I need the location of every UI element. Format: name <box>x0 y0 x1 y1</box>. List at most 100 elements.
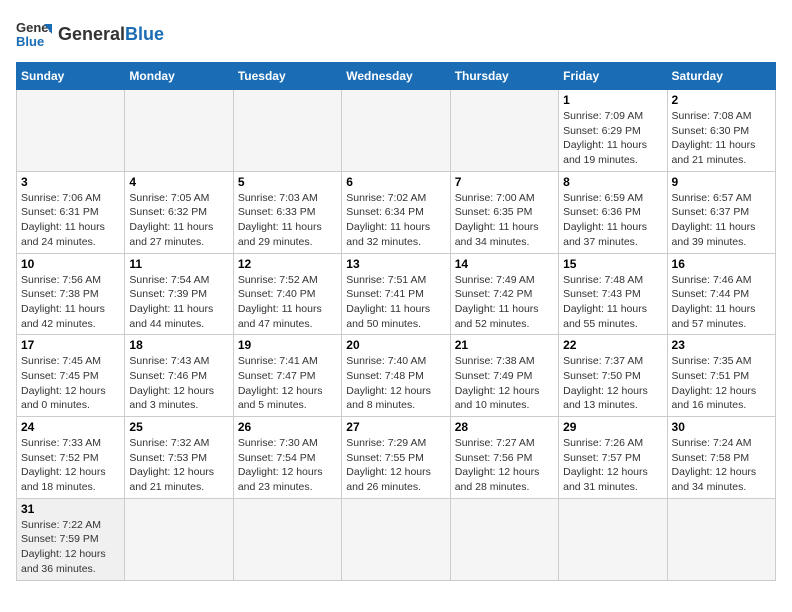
calendar-table: SundayMondayTuesdayWednesdayThursdayFrid… <box>16 62 776 581</box>
day-info: Sunrise: 7:33 AM Sunset: 7:52 PM Dayligh… <box>21 436 120 495</box>
page-header: General Blue GeneralBlue <box>16 16 776 52</box>
day-info: Sunrise: 6:57 AM Sunset: 6:37 PM Dayligh… <box>672 191 771 250</box>
day-info: Sunrise: 7:06 AM Sunset: 6:31 PM Dayligh… <box>21 191 120 250</box>
calendar-day-cell: 9 Sunrise: 6:57 AM Sunset: 6:37 PM Daylig… <box>667 171 775 253</box>
calendar-day-cell: 28 Sunrise: 7:27 AM Sunset: 7:56 PM Dayli… <box>450 417 558 499</box>
day-of-week-header: Wednesday <box>342 63 450 90</box>
logo: General Blue GeneralBlue <box>16 16 164 52</box>
day-info: Sunrise: 7:24 AM Sunset: 7:58 PM Dayligh… <box>672 436 771 495</box>
calendar-day-cell: 26Sunrise: 7:30 AM Sunset: 7:54 PM Dayli… <box>233 417 341 499</box>
day-number: 14 <box>455 257 554 271</box>
day-info: Sunrise: 7:03 AM Sunset: 6:33 PM Dayligh… <box>238 191 337 250</box>
calendar-day-cell: 13Sunrise: 7:51 AM Sunset: 7:41 PM Dayli… <box>342 253 450 335</box>
day-number: 26 <box>238 420 337 434</box>
calendar-day-cell: 5 Sunrise: 7:03 AM Sunset: 6:33 PM Daylig… <box>233 171 341 253</box>
calendar-week-row: 31 Sunrise: 7:22 AM Sunset: 7:59 PM Dayli… <box>17 498 776 580</box>
calendar-day-cell: 12Sunrise: 7:52 AM Sunset: 7:40 PM Dayli… <box>233 253 341 335</box>
logo-icon: General Blue <box>16 16 52 52</box>
day-number: 10 <box>21 257 120 271</box>
calendar-day-cell: 22 Sunrise: 7:37 AM Sunset: 7:50 PM Dayli… <box>559 335 667 417</box>
calendar-day-cell: 17Sunrise: 7:45 AM Sunset: 7:45 PM Dayli… <box>17 335 125 417</box>
calendar-day-cell: 16 Sunrise: 7:46 AM Sunset: 7:44 PM Dayli… <box>667 253 775 335</box>
day-number: 12 <box>238 257 337 271</box>
calendar-day-cell <box>125 498 233 580</box>
day-number: 4 <box>129 175 228 189</box>
calendar-day-cell <box>559 498 667 580</box>
calendar-week-row: 10 Sunrise: 7:56 AM Sunset: 7:38 PM Dayli… <box>17 253 776 335</box>
calendar-day-cell <box>233 90 341 172</box>
calendar-day-cell: 23Sunrise: 7:35 AM Sunset: 7:51 PM Dayli… <box>667 335 775 417</box>
day-number: 8 <box>563 175 662 189</box>
calendar-day-cell: 20Sunrise: 7:40 AM Sunset: 7:48 PM Dayli… <box>342 335 450 417</box>
day-info: Sunrise: 7:05 AM Sunset: 6:32 PM Dayligh… <box>129 191 228 250</box>
day-number: 9 <box>672 175 771 189</box>
calendar-day-cell <box>342 498 450 580</box>
calendar-day-cell <box>342 90 450 172</box>
day-number: 5 <box>238 175 337 189</box>
day-info: Sunrise: 7:09 AM Sunset: 6:29 PM Dayligh… <box>563 109 662 168</box>
svg-text:Blue: Blue <box>16 34 44 49</box>
calendar-day-cell: 29Sunrise: 7:26 AM Sunset: 7:57 PM Dayli… <box>559 417 667 499</box>
calendar-day-cell: 31 Sunrise: 7:22 AM Sunset: 7:59 PM Dayli… <box>17 498 125 580</box>
calendar-day-cell: 18Sunrise: 7:43 AM Sunset: 7:46 PM Dayli… <box>125 335 233 417</box>
calendar-day-cell <box>17 90 125 172</box>
calendar-week-row: 3 Sunrise: 7:06 AM Sunset: 6:31 PM Daylig… <box>17 171 776 253</box>
day-number: 6 <box>346 175 445 189</box>
calendar-day-cell: 6 Sunrise: 7:02 AM Sunset: 6:34 PM Daylig… <box>342 171 450 253</box>
day-number: 29 <box>563 420 662 434</box>
calendar-day-cell: 14 Sunrise: 7:49 AM Sunset: 7:42 PM Dayli… <box>450 253 558 335</box>
day-number: 24 <box>21 420 120 434</box>
calendar-day-cell: 3 Sunrise: 7:06 AM Sunset: 6:31 PM Daylig… <box>17 171 125 253</box>
day-number: 19 <box>238 338 337 352</box>
calendar-day-cell: 8Sunrise: 6:59 AM Sunset: 6:36 PM Daylig… <box>559 171 667 253</box>
day-number: 1 <box>563 93 662 107</box>
day-number: 22 <box>563 338 662 352</box>
day-info: Sunrise: 7:00 AM Sunset: 6:35 PM Dayligh… <box>455 191 554 250</box>
day-of-week-header: Tuesday <box>233 63 341 90</box>
day-info: Sunrise: 7:46 AM Sunset: 7:44 PM Dayligh… <box>672 273 771 332</box>
calendar-day-cell: 2Sunrise: 7:08 AM Sunset: 6:30 PM Daylig… <box>667 90 775 172</box>
calendar-day-cell: 7 Sunrise: 7:00 AM Sunset: 6:35 PM Daylig… <box>450 171 558 253</box>
day-number: 20 <box>346 338 445 352</box>
calendar-day-cell <box>667 498 775 580</box>
day-info: Sunrise: 7:51 AM Sunset: 7:41 PM Dayligh… <box>346 273 445 332</box>
day-number: 15 <box>563 257 662 271</box>
day-info: Sunrise: 7:49 AM Sunset: 7:42 PM Dayligh… <box>455 273 554 332</box>
calendar-day-cell: 15 Sunrise: 7:48 AM Sunset: 7:43 PM Dayli… <box>559 253 667 335</box>
calendar-day-cell: 30 Sunrise: 7:24 AM Sunset: 7:58 PM Dayli… <box>667 417 775 499</box>
day-number: 3 <box>21 175 120 189</box>
day-info: Sunrise: 7:35 AM Sunset: 7:51 PM Dayligh… <box>672 354 771 413</box>
day-number: 31 <box>21 502 120 516</box>
calendar-week-row: 1 Sunrise: 7:09 AM Sunset: 6:29 PM Daylig… <box>17 90 776 172</box>
day-info: Sunrise: 7:29 AM Sunset: 7:55 PM Dayligh… <box>346 436 445 495</box>
calendar-day-cell: 1 Sunrise: 7:09 AM Sunset: 6:29 PM Daylig… <box>559 90 667 172</box>
day-info: Sunrise: 7:48 AM Sunset: 7:43 PM Dayligh… <box>563 273 662 332</box>
calendar-day-cell: 4 Sunrise: 7:05 AM Sunset: 6:32 PM Daylig… <box>125 171 233 253</box>
day-of-week-header: Friday <box>559 63 667 90</box>
day-info: Sunrise: 7:22 AM Sunset: 7:59 PM Dayligh… <box>21 518 120 577</box>
calendar-day-cell <box>450 498 558 580</box>
logo-text: GeneralBlue <box>58 24 164 45</box>
day-of-week-header: Sunday <box>17 63 125 90</box>
day-number: 30 <box>672 420 771 434</box>
day-number: 7 <box>455 175 554 189</box>
day-number: 28 <box>455 420 554 434</box>
calendar-day-cell <box>125 90 233 172</box>
calendar-day-cell <box>450 90 558 172</box>
day-of-week-header: Monday <box>125 63 233 90</box>
svg-text:General: General <box>16 20 52 35</box>
day-number: 27 <box>346 420 445 434</box>
day-info: Sunrise: 7:56 AM Sunset: 7:38 PM Dayligh… <box>21 273 120 332</box>
day-info: Sunrise: 7:54 AM Sunset: 7:39 PM Dayligh… <box>129 273 228 332</box>
day-number: 18 <box>129 338 228 352</box>
calendar-week-row: 17Sunrise: 7:45 AM Sunset: 7:45 PM Dayli… <box>17 335 776 417</box>
day-info: Sunrise: 7:02 AM Sunset: 6:34 PM Dayligh… <box>346 191 445 250</box>
day-number: 2 <box>672 93 771 107</box>
day-number: 21 <box>455 338 554 352</box>
day-info: Sunrise: 7:37 AM Sunset: 7:50 PM Dayligh… <box>563 354 662 413</box>
calendar-day-cell: 21Sunrise: 7:38 AM Sunset: 7:49 PM Dayli… <box>450 335 558 417</box>
day-number: 16 <box>672 257 771 271</box>
calendar-day-cell: 11Sunrise: 7:54 AM Sunset: 7:39 PM Dayli… <box>125 253 233 335</box>
day-info: Sunrise: 7:41 AM Sunset: 7:47 PM Dayligh… <box>238 354 337 413</box>
day-info: Sunrise: 7:27 AM Sunset: 7:56 PM Dayligh… <box>455 436 554 495</box>
